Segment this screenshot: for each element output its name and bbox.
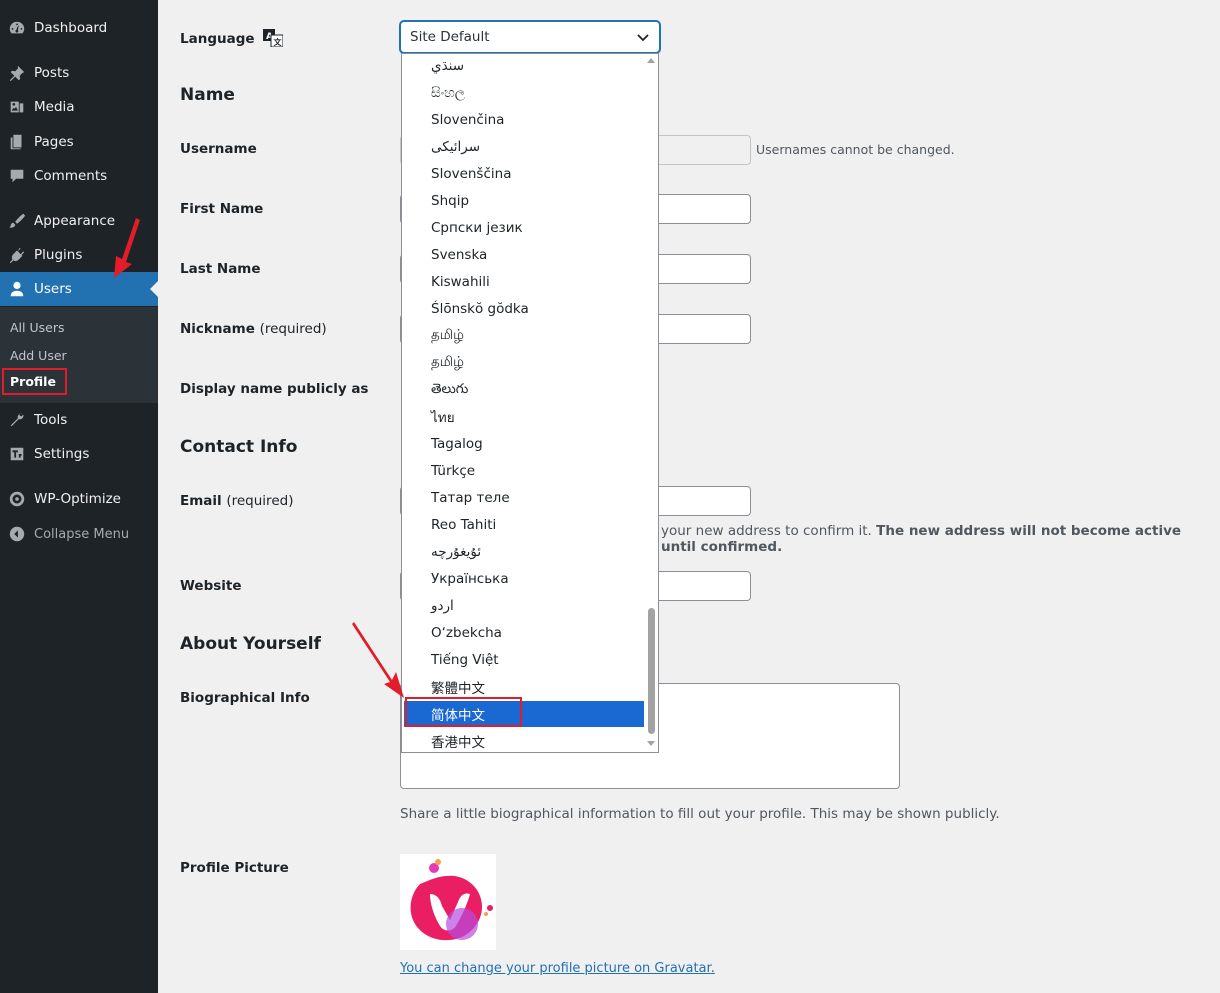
- contact-section-title: Contact Info: [180, 437, 298, 457]
- language-option[interactable]: తెలుగు: [404, 377, 644, 403]
- bio-description: Share a little biographical information …: [400, 806, 1000, 822]
- menu-label: Comments: [34, 168, 108, 184]
- menu-item-media[interactable]: Media: [0, 90, 158, 124]
- menu-label: Settings: [34, 446, 90, 462]
- pin-icon: [0, 64, 34, 82]
- language-option[interactable]: Татар теле: [404, 485, 644, 511]
- required-note: (required): [259, 321, 327, 337]
- language-option-selected[interactable]: 简体中文: [404, 701, 644, 727]
- comment-icon: [0, 167, 34, 185]
- menu-item-plugins[interactable]: Plugins: [0, 238, 158, 272]
- menu-label: Users: [34, 281, 72, 297]
- language-option[interactable]: Ślōnskŏ gŏdka: [404, 296, 644, 322]
- annotation-arrow-option: [352, 622, 404, 698]
- language-option[interactable]: Svenska: [404, 242, 644, 268]
- admin-sidebar: Dashboard Posts Media Pages Comments App…: [0, 0, 158, 993]
- email-label: Email (required): [180, 493, 294, 509]
- menu-label: Posts: [34, 65, 70, 81]
- users-submenu: All Users Add User Profile: [0, 307, 158, 403]
- menu-item-wp-optimize[interactable]: WP-Optimize: [0, 482, 158, 516]
- display-name-label: Display name publicly as: [180, 381, 369, 397]
- menu-item-settings[interactable]: Settings: [0, 437, 158, 471]
- menu-label: Media: [34, 99, 75, 115]
- language-select[interactable]: Site Default: [400, 21, 660, 53]
- media-icon: [0, 98, 34, 116]
- language-option[interactable]: தமிழ்: [404, 323, 644, 349]
- language-option[interactable]: සිංහල: [404, 80, 644, 106]
- menu-item-tools[interactable]: Tools: [0, 403, 158, 437]
- dashboard-icon: [0, 19, 34, 37]
- bio-label: Biographical Info: [180, 690, 310, 706]
- wrench-icon: [0, 411, 34, 429]
- profile-picture-label: Profile Picture: [180, 860, 289, 876]
- language-option[interactable]: Slovenščina: [404, 161, 644, 187]
- scroll-up-arrow-icon[interactable]: [647, 58, 655, 63]
- menu-label: Dashboard: [34, 20, 108, 36]
- last-name-label: Last Name: [180, 261, 261, 277]
- avatar-logo-image: [410, 859, 493, 941]
- svg-text:文: 文: [274, 37, 283, 47]
- menu-label: WP-Optimize: [34, 491, 121, 507]
- translation-icon: A 文: [263, 29, 284, 48]
- dropdown-scrollbar[interactable]: [645, 54, 657, 752]
- language-option[interactable]: Українська: [404, 566, 644, 592]
- scroll-down-arrow-icon[interactable]: [647, 741, 655, 746]
- collapse-icon: [0, 525, 34, 543]
- chevron-down-icon: [637, 34, 649, 42]
- language-option[interactable]: Reo Tahiti: [404, 512, 644, 538]
- gravatar-link[interactable]: You can change your profile picture on G…: [400, 961, 715, 976]
- language-option[interactable]: Slovenčina: [404, 107, 644, 133]
- plugin-icon: [0, 246, 34, 264]
- settings-icon: [0, 445, 34, 463]
- name-section-title: Name: [180, 85, 235, 105]
- paintbrush-icon: [0, 212, 34, 230]
- submenu-add-user[interactable]: Add User: [10, 348, 67, 363]
- pages-icon: [0, 133, 34, 151]
- scrollbar-thumb[interactable]: [648, 608, 655, 734]
- menu-item-comments[interactable]: Comments: [0, 159, 158, 193]
- language-option[interactable]: Tagalog: [404, 431, 644, 457]
- language-options-list[interactable]: سنڌي සිංහල Slovenčina سرائیکی Slovenščina Shq…: [401, 53, 659, 753]
- language-option[interactable]: Kiswahili: [404, 269, 644, 295]
- about-section-title: About Yourself: [180, 634, 321, 654]
- submenu-all-users[interactable]: All Users: [10, 320, 64, 335]
- language-option[interactable]: سرائیکی: [404, 134, 644, 160]
- first-name-label: First Name: [180, 201, 264, 217]
- language-option[interactable]: Српски језик: [404, 215, 644, 241]
- menu-label: Plugins: [34, 247, 83, 263]
- username-label: Username: [180, 141, 257, 157]
- menu-label: Pages: [34, 134, 74, 150]
- menu-label: Collapse Menu: [34, 526, 130, 542]
- language-option[interactable]: Tiếng Việt: [404, 647, 644, 673]
- language-option[interactable]: اردو: [404, 593, 644, 619]
- language-option[interactable]: ไทย: [404, 404, 644, 430]
- language-option[interactable]: سنڌي: [404, 54, 644, 79]
- menu-label: Tools: [34, 412, 68, 428]
- menu-item-appearance[interactable]: Appearance: [0, 204, 158, 238]
- menu-item-users[interactable]: Users: [0, 272, 158, 306]
- language-option[interactable]: 香港中文: [404, 728, 644, 752]
- menu-label: Appearance: [34, 213, 116, 229]
- language-select-value: Site Default: [410, 29, 490, 45]
- language-label: Language A 文: [180, 29, 284, 48]
- submenu-profile[interactable]: Profile: [2, 368, 67, 395]
- collapse-menu-button[interactable]: Collapse Menu: [0, 517, 158, 551]
- wp-optimize-icon: [0, 490, 34, 508]
- menu-item-pages[interactable]: Pages: [0, 125, 158, 159]
- language-option[interactable]: Shqip: [404, 188, 644, 214]
- language-option[interactable]: Türkçe: [404, 458, 644, 484]
- language-option[interactable]: ئۇيغۇرچە: [404, 539, 644, 565]
- username-description: Usernames cannot be changed.: [756, 142, 955, 157]
- email-description: your new address to confirm it. The new …: [661, 523, 1182, 555]
- website-label: Website: [180, 578, 242, 594]
- user-icon: [0, 280, 34, 298]
- nickname-label: Nickname (required): [180, 321, 327, 337]
- avatar: [400, 854, 496, 950]
- menu-item-dashboard[interactable]: Dashboard: [0, 11, 158, 45]
- language-option[interactable]: 繁體中文: [404, 674, 644, 700]
- language-option[interactable]: தமிழ்: [404, 350, 644, 376]
- required-note: (required): [226, 493, 294, 509]
- menu-item-posts[interactable]: Posts: [0, 56, 158, 90]
- language-option[interactable]: O‘zbekcha: [404, 620, 644, 646]
